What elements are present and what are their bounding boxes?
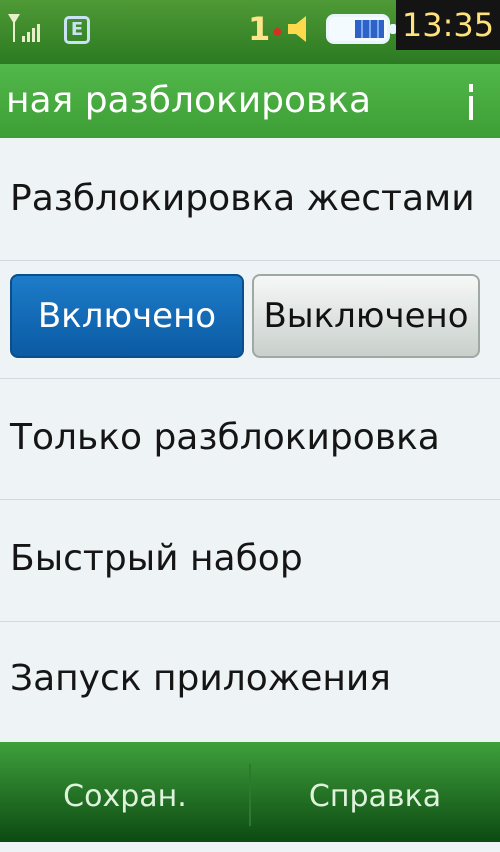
save-button[interactable]: Сохран. bbox=[0, 742, 250, 842]
battery-icon bbox=[326, 14, 396, 44]
gesture-unlock-toggle: Включено Выключено bbox=[0, 260, 500, 379]
signal-icon bbox=[8, 14, 40, 42]
volume-icon bbox=[288, 16, 306, 42]
page-title: ная разблокировка bbox=[6, 80, 372, 121]
toggle-off-button[interactable]: Выключено bbox=[252, 274, 480, 358]
gesture-unlock-label: Разблокировка жестами bbox=[10, 178, 475, 219]
clock: 13:35 bbox=[396, 0, 500, 50]
status-bar: E 1• 13:35 bbox=[0, 0, 500, 64]
help-button[interactable]: Справка bbox=[250, 742, 500, 842]
list-item-unlock-only[interactable]: Только разблокировка bbox=[0, 379, 500, 500]
scroll-indicator-icon bbox=[469, 84, 473, 120]
list-item-launch-app[interactable]: Запуск приложения bbox=[0, 622, 500, 742]
list-item-label: Только разблокировка bbox=[10, 417, 440, 458]
gesture-unlock-row: Разблокировка жестами bbox=[0, 138, 500, 261]
list-item-label: Запуск приложения bbox=[10, 658, 391, 699]
sim-icon: 1• bbox=[248, 10, 285, 48]
softkey-bar: Сохран. Справка bbox=[0, 742, 500, 842]
sim-indicator: 1 bbox=[248, 10, 271, 48]
list-item-speed-dial[interactable]: Быстрый набор bbox=[0, 500, 500, 622]
network-icon: E bbox=[64, 16, 90, 44]
list-item-label: Быстрый набор bbox=[10, 538, 303, 579]
toggle-on-button[interactable]: Включено bbox=[10, 274, 244, 358]
title-bar: ная разблокировка bbox=[0, 64, 500, 138]
